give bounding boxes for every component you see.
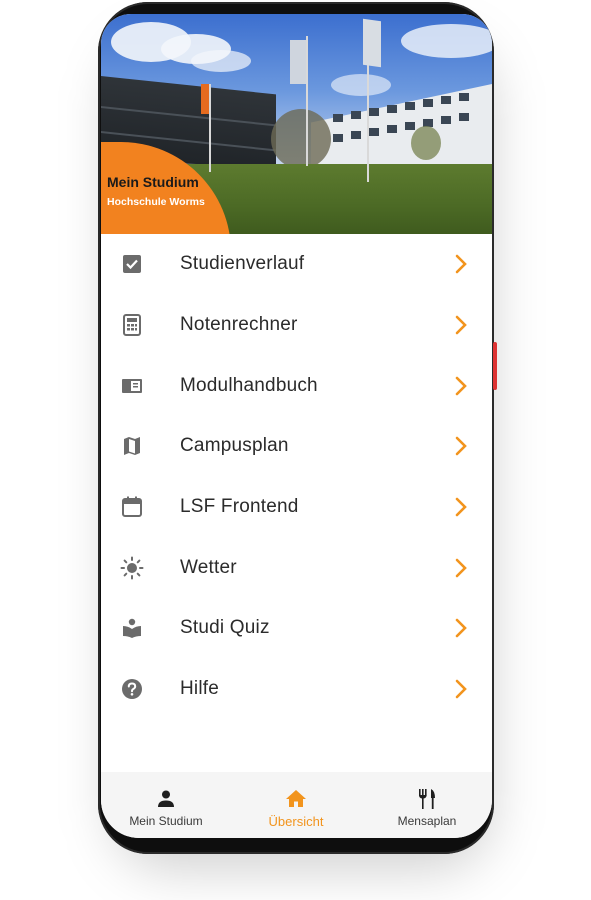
menu-item-campusplan[interactable]: Campusplan xyxy=(101,416,492,477)
tab-mein-studium[interactable]: Mein Studium xyxy=(101,772,231,838)
menu-item-studienverlauf[interactable]: Studienverlauf xyxy=(101,234,492,295)
bottom-navigation: Mein Studium Übersicht Mensaplan xyxy=(101,772,492,838)
chevron-right-icon xyxy=(454,314,468,336)
menu-item-label: Wetter xyxy=(180,556,237,578)
tab-mensaplan[interactable]: Mensaplan xyxy=(362,772,492,838)
menu-item-modulhandbuch[interactable]: Modulhandbuch xyxy=(101,355,492,416)
overview-menu: Studienverlauf Notenrechner Modulhandbuc… xyxy=(101,234,492,720)
menu-item-notenrechner[interactable]: Notenrechner xyxy=(101,295,492,356)
tab-uebersicht[interactable]: Übersicht xyxy=(231,772,361,838)
phone-side-button xyxy=(493,342,497,390)
reader-icon xyxy=(120,616,144,640)
menu-item-studi-quiz[interactable]: Studi Quiz xyxy=(101,598,492,659)
chevron-right-icon xyxy=(454,678,468,700)
home-icon xyxy=(285,788,307,810)
menu-item-label: Studienverlauf xyxy=(180,253,305,275)
chevron-right-icon xyxy=(454,617,468,639)
chevron-right-icon xyxy=(454,496,468,518)
header-photo: Mein Studium Hochschule Worms xyxy=(101,14,492,234)
menu-item-wetter[interactable]: Wetter xyxy=(101,537,492,598)
help-icon xyxy=(120,677,144,701)
chevron-right-icon xyxy=(454,557,468,579)
menu-item-label: Campusplan xyxy=(180,435,289,457)
chevron-right-icon xyxy=(454,375,468,397)
checkbox-icon xyxy=(120,252,144,276)
calculator-icon xyxy=(120,313,144,337)
tab-label: Übersicht xyxy=(268,814,324,829)
cutlery-icon xyxy=(416,788,438,810)
menu-item-label: Modulhandbuch xyxy=(180,374,318,396)
menu-item-label: Hilfe xyxy=(180,678,220,700)
person-icon xyxy=(155,788,177,810)
map-icon xyxy=(120,434,144,458)
chevron-right-icon xyxy=(454,435,468,457)
sun-icon xyxy=(120,556,144,580)
tab-label: Mein Studium xyxy=(129,814,203,828)
badge-subtitle: Hochschule Worms xyxy=(107,196,205,208)
menu-item-label: Studi Quiz xyxy=(180,617,270,639)
menu-item-label: LSF Frontend xyxy=(180,496,299,518)
calendar-icon xyxy=(120,495,144,519)
menu-item-label: Notenrechner xyxy=(180,314,298,336)
menu-item-hilfe[interactable]: Hilfe xyxy=(101,659,492,720)
chevron-right-icon xyxy=(454,253,468,275)
book-icon xyxy=(120,374,144,398)
app-screen: Mein Studium Hochschule Worms Studienver… xyxy=(101,14,492,838)
badge-title: Mein Studium xyxy=(107,174,199,190)
menu-item-lsf-frontend[interactable]: LSF Frontend xyxy=(101,477,492,538)
tab-label: Mensaplan xyxy=(397,814,457,828)
